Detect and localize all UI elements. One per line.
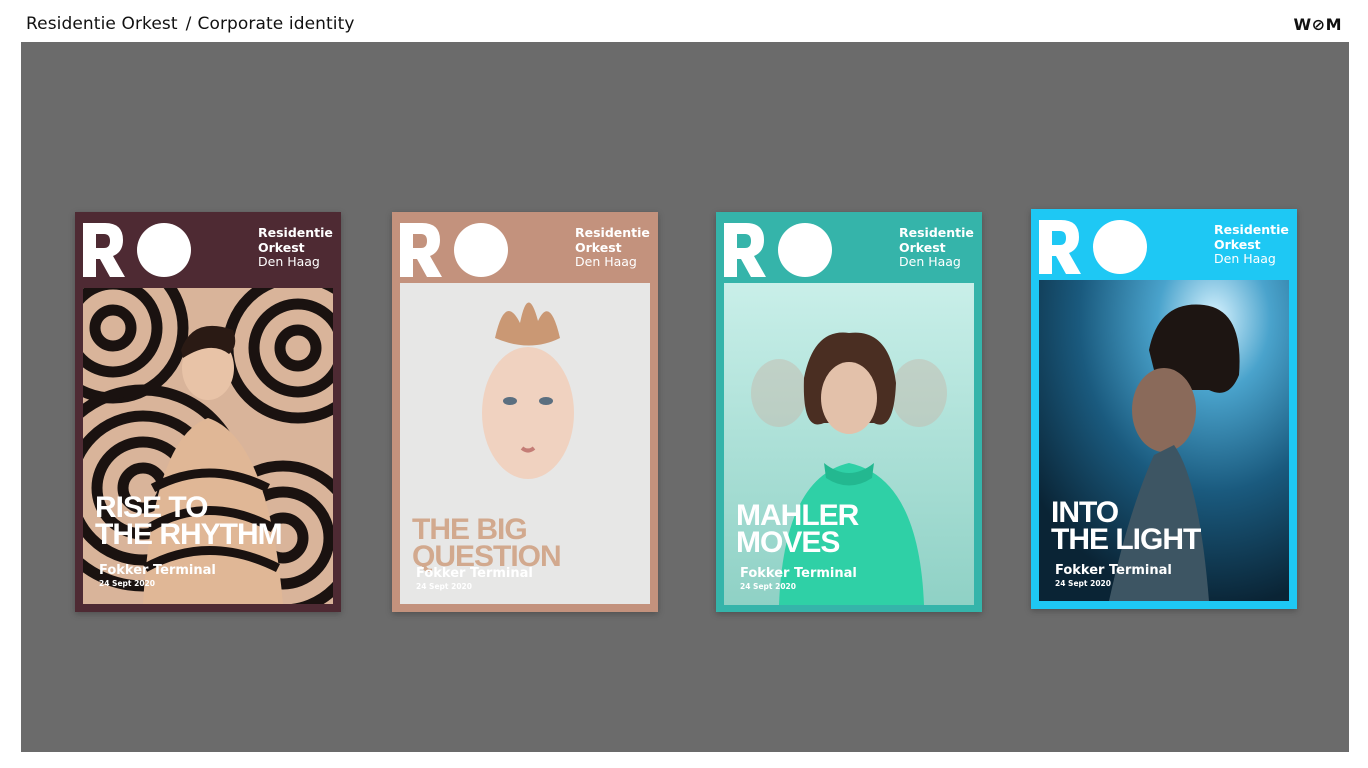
- date-label: 24 Sept 2020: [740, 582, 796, 591]
- venue-label: Fokker Terminal: [416, 566, 533, 581]
- ro-logo-icon: [724, 223, 832, 277]
- title-separator: /: [185, 14, 192, 34]
- venue-label: Fokker Terminal: [1055, 563, 1172, 578]
- orchestra-info: Residentie Orkest Den Haag: [575, 225, 650, 270]
- brand-line-2: Orkest: [1214, 236, 1261, 252]
- brand-line-1: Residentie: [899, 225, 974, 240]
- poster-into-the-light: Residentie Orkest Den Haag INTO THE LIGH…: [1031, 209, 1297, 609]
- section-name: Corporate identity: [197, 14, 355, 34]
- brand-line-2: Orkest: [258, 239, 305, 255]
- brand-line-1: Residentie: [258, 225, 333, 240]
- orchestra-info: Residentie Orkest Den Haag: [899, 225, 974, 270]
- date-label: 24 Sept 2020: [1055, 579, 1111, 588]
- poster-headline: MAHLER MOVES: [736, 499, 859, 559]
- op-art-portrait-image: [83, 288, 333, 604]
- poster-the-big-question: Residentie Orkest Den Haag THE BIG QUEST…: [392, 212, 658, 612]
- city-label: Den Haag: [575, 254, 637, 269]
- client-name: Residentie Orkest: [26, 14, 178, 34]
- brand-line-1: Residentie: [575, 225, 650, 240]
- brand-line-2: Orkest: [899, 239, 946, 255]
- poster-mahler-moves: Residentie Orkest Den Haag MAHLER MOVES: [716, 212, 982, 612]
- date-label: 24 Sept 2020: [99, 579, 155, 588]
- page-title: Residentie Orkest / Corporate identity: [26, 14, 355, 34]
- studio-logo: W⊘M: [1293, 15, 1342, 34]
- poster-rise-to-the-rhythm: Residentie Orkest Den Haag RISE TO THE R…: [75, 212, 341, 612]
- date-label: 24 Sept 2020: [416, 582, 472, 591]
- ro-logo-icon: [83, 223, 191, 277]
- orchestra-info: Residentie Orkest Den Haag: [1214, 222, 1289, 267]
- city-label: Den Haag: [899, 254, 961, 269]
- ro-logo-icon: [400, 223, 508, 277]
- ro-logo-icon: [1039, 220, 1147, 274]
- orchestra-info: Residentie Orkest Den Haag: [258, 225, 333, 270]
- city-label: Den Haag: [258, 254, 320, 269]
- poster-headline: INTO THE LIGHT: [1051, 496, 1201, 556]
- venue-label: Fokker Terminal: [740, 566, 857, 581]
- presentation-stage: Residentie Orkest Den Haag RISE TO THE R…: [21, 42, 1349, 752]
- city-label: Den Haag: [1214, 251, 1276, 266]
- poster-headline: THE BIG QUESTION: [412, 513, 562, 573]
- brand-line-2: Orkest: [575, 239, 622, 255]
- poster-headline: RISE TO THE RHYTHM: [95, 491, 283, 551]
- poster-photo: [83, 288, 333, 604]
- venue-label: Fokker Terminal: [99, 563, 216, 578]
- brand-line-1: Residentie: [1214, 222, 1289, 237]
